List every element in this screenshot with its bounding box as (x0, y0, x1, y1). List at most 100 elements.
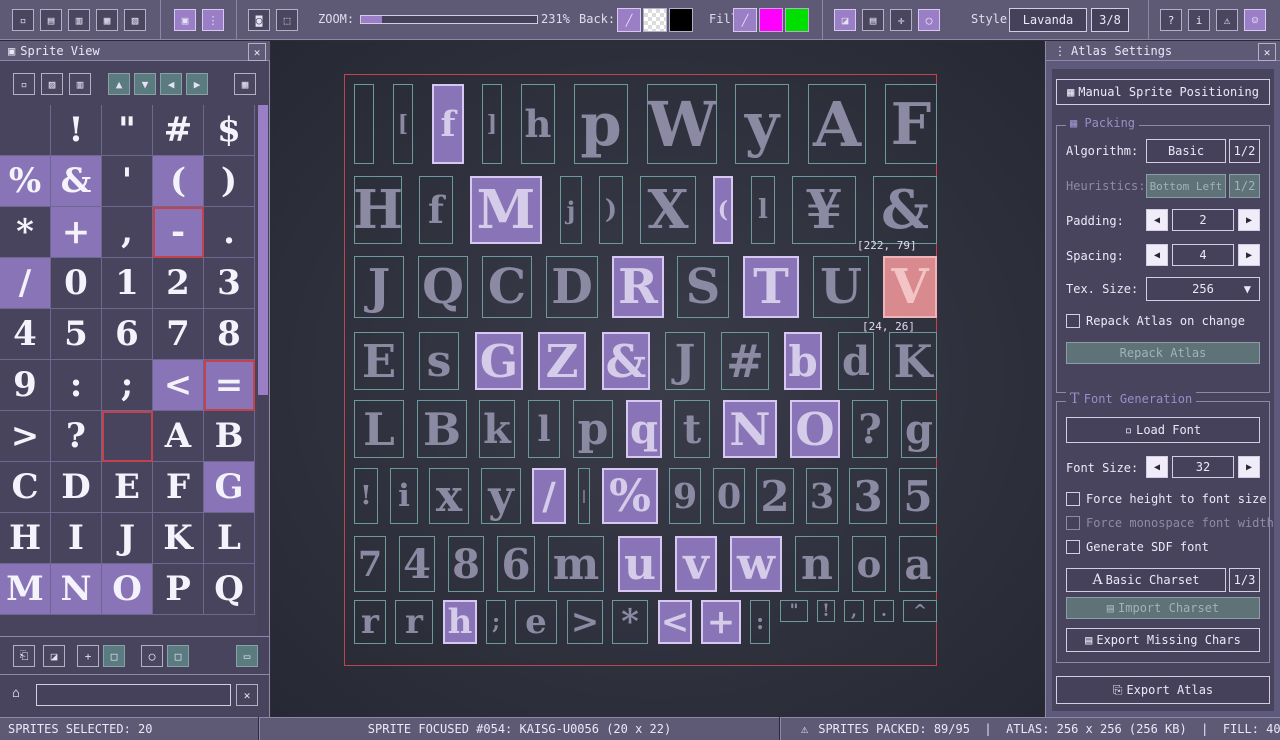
sprite-cell[interactable]: " (102, 105, 153, 156)
sprite-cell[interactable]: L (204, 513, 255, 564)
atlas-sprite[interactable]: 5 (899, 468, 937, 524)
padding-increase-icon[interactable]: ▶ (1238, 209, 1260, 231)
selection-icon[interactable]: ⬚ (276, 9, 298, 31)
sprite-cell[interactable]: E (102, 462, 153, 513)
atlas-sprite[interactable]: | (578, 468, 590, 524)
close-file-icon[interactable]: ▧ (124, 9, 146, 31)
move-right-icon[interactable]: ▶ (186, 73, 208, 95)
atlas-sprite[interactable]: ( (713, 176, 733, 244)
save-file-icon[interactable]: ▥ (68, 9, 90, 31)
atlas-sprite[interactable]: [ (393, 84, 413, 164)
gen-sdf-checkbox[interactable] (1066, 540, 1080, 554)
back-none-icon[interactable]: ╱ (617, 8, 641, 32)
atlas-sprite[interactable]: / (532, 468, 566, 524)
fontsize-decrease-icon[interactable]: ◀ (1146, 456, 1168, 478)
style-selector[interactable]: Lavanda (1009, 8, 1087, 32)
atlas-sprite[interactable]: f (419, 176, 453, 244)
atlas-sprite[interactable]: 3 (806, 468, 838, 524)
atlas-sprite[interactable]: i (390, 468, 418, 524)
sprite-cell[interactable]: G (204, 462, 255, 513)
add-cross-icon[interactable]: + (77, 645, 99, 667)
zoom-slider[interactable] (360, 15, 538, 24)
atlas-sprite[interactable]: 2 (756, 468, 794, 524)
export-file-icon[interactable]: ▦ (96, 9, 118, 31)
sprite-cell[interactable]: ( (153, 156, 204, 207)
atlas-sprite[interactable]: 4 (399, 536, 435, 592)
atlas-sprite[interactable]: u (618, 536, 662, 592)
atlas-sprite[interactable]: Z (538, 332, 586, 390)
sprite-cell[interactable]: $ (204, 105, 255, 156)
atlas-sprite[interactable]: " (780, 600, 808, 622)
atlas-sprite[interactable]: H (354, 176, 402, 244)
atlas-sprite[interactable]: G (475, 332, 523, 390)
atlas-sprite[interactable]: r (354, 600, 386, 644)
algorithm-selector[interactable]: Basic (1146, 139, 1226, 163)
fontsize-value[interactable]: 32 (1172, 456, 1234, 478)
new-file-icon[interactable]: ▫ (12, 9, 34, 31)
sprite-cell[interactable]: 1 (102, 258, 153, 309)
sprite-cell[interactable]: Q (204, 564, 255, 615)
atlas-sprite[interactable]: + (701, 600, 741, 644)
sprite-cell[interactable]: - (153, 207, 204, 258)
atlas-sprite[interactable]: a (899, 536, 937, 592)
sprite-cell[interactable]: B (204, 411, 255, 462)
atlas-sprite[interactable]: % (602, 468, 658, 524)
atlas-sprite[interactable]: ^ (903, 600, 937, 622)
atlas-sprite[interactable]: > (567, 600, 603, 644)
load-font-button[interactable]: ▫ Load Font (1066, 417, 1260, 443)
style-page[interactable]: 3/8 (1091, 8, 1129, 32)
atlas-sprite[interactable]: Q (418, 256, 468, 318)
atlas-sprite[interactable]: y (481, 468, 521, 524)
sprite-scrollbar-thumb[interactable] (258, 105, 268, 395)
square-icon[interactable]: □ (103, 645, 125, 667)
atlas-sprite[interactable]: # (721, 332, 769, 390)
atlas-sprite[interactable]: M (470, 176, 542, 244)
atlas-sprite[interactable]: X (640, 176, 696, 244)
padding-value[interactable]: 2 (1172, 209, 1234, 231)
atlas-sprite[interactable]: f (432, 84, 464, 164)
atlas-sprite[interactable]: 3 (849, 468, 887, 524)
sprite-cell[interactable]: , (102, 207, 153, 258)
sprite-cell[interactable]: . (204, 207, 255, 258)
atlas-sprite[interactable]: : (750, 600, 770, 644)
sprite-tool-icon[interactable]: ⎗ (13, 645, 35, 667)
atlas-sprite[interactable]: C (482, 256, 532, 318)
atlas-sprite[interactable]: K (889, 332, 937, 390)
atlas-sprite[interactable]: j (560, 176, 582, 244)
focused-sprite[interactable]: V (883, 256, 937, 318)
sprite-cell[interactable]: ; (102, 360, 153, 411)
atlas-sprite[interactable]: y (735, 84, 789, 164)
fontsize-increase-icon[interactable]: ▶ (1238, 456, 1260, 478)
atlas-sprite[interactable]: 8 (448, 536, 484, 592)
atlas-sprite[interactable]: 6 (497, 536, 535, 592)
open-file-icon[interactable]: ▤ (40, 9, 62, 31)
sprite-cell[interactable]: J (102, 513, 153, 564)
atlas-sprite[interactable]: ? (852, 400, 888, 458)
atlas-sprite[interactable]: ! (817, 600, 835, 622)
atlas-sprite[interactable]: x (429, 468, 469, 524)
atlas-sprite[interactable]: ! (354, 468, 378, 524)
fit-view-icon[interactable]: ◙ (248, 9, 270, 31)
spacing-increase-icon[interactable]: ▶ (1238, 244, 1260, 266)
atlas-sprite[interactable]: T (743, 256, 799, 318)
sprite-cell[interactable]: * (0, 207, 51, 258)
sprite-cell[interactable]: C (0, 462, 51, 513)
panel-toggle-icon[interactable]: ▭ (236, 645, 258, 667)
spacing-value[interactable]: 4 (1172, 244, 1234, 266)
sprite-cell[interactable]: 8 (204, 309, 255, 360)
sprite-cell[interactable]: > (0, 411, 51, 462)
heuristics-page[interactable]: 1/2 (1229, 174, 1260, 198)
atlas-sprite[interactable]: r (395, 600, 433, 644)
sprite-cell[interactable]: 3 (204, 258, 255, 309)
atlas-sprite[interactable]: N (723, 400, 777, 458)
atlas-sprite[interactable]: < (658, 600, 692, 644)
sprite-cell[interactable]: 4 (0, 309, 51, 360)
sprite-cell[interactable]: % (0, 156, 51, 207)
atlas-sprite[interactable]: p (574, 84, 628, 164)
atlas-sprite[interactable]: , (844, 600, 864, 622)
sprite-cell[interactable]: 0 (51, 258, 102, 309)
fill-green-swatch[interactable] (785, 8, 809, 32)
atlas-sprite[interactable]: L (354, 400, 404, 458)
sprite-cell[interactable]: 5 (51, 309, 102, 360)
atlas-sprite[interactable]: l (751, 176, 775, 244)
